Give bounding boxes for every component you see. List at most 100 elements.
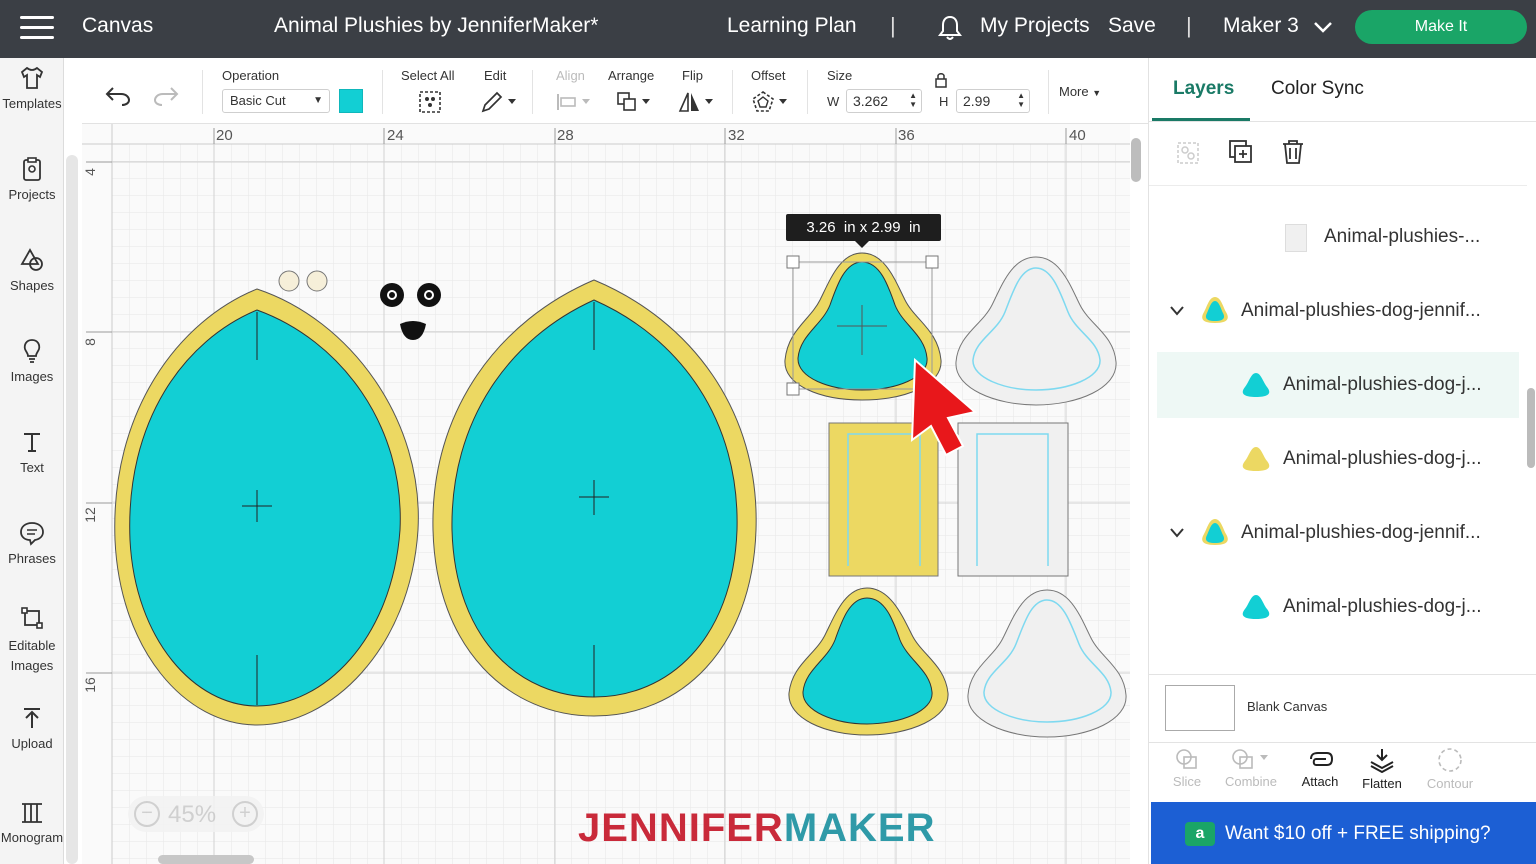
tab-color-sync[interactable]: Color Sync [1271,78,1364,100]
sidebar-item-editable-images[interactable]: Editable Images [0,604,64,676]
select-all-icon[interactable] [418,90,442,114]
redo-icon[interactable] [152,84,180,108]
combine-icon [1232,749,1268,769]
chevron-down-icon[interactable] [1169,305,1185,317]
sidebar-scrollbar[interactable] [66,155,78,864]
slice-button[interactable]: Slice [1152,747,1222,789]
divider [1149,121,1536,122]
layer-row-selected[interactable]: Animal-plushies-dog-j... [1157,352,1519,418]
toolbar-divider [732,70,733,114]
duplicate-icon[interactable] [1227,138,1255,166]
my-projects-link[interactable]: My Projects [980,14,1090,38]
blank-canvas-label: Blank Canvas [1247,699,1328,714]
arrange-icon[interactable] [616,91,654,113]
combine-button[interactable]: Combine [1216,747,1286,789]
save-button[interactable]: Save [1108,14,1156,38]
tab-layers[interactable]: Layers [1173,78,1234,100]
edit-label: Edit [484,68,507,83]
layer-row[interactable]: Animal-plushies-... [1157,204,1519,270]
undo-icon[interactable] [104,84,132,108]
canvas-horizontal-scrollbar[interactable] [158,855,254,864]
height-input[interactable]: 2.99 ▲ ▼ [956,89,1030,113]
ruler-label: 12 [82,507,98,523]
zoom-out-icon[interactable]: − [134,801,160,827]
attach-button[interactable]: Attach [1285,747,1355,789]
blank-canvas-row[interactable]: Blank Canvas [1149,674,1536,742]
operation-color-swatch[interactable] [339,89,363,113]
sidebar-item-projects[interactable]: Projects [0,155,64,202]
offset-icon[interactable] [750,90,790,114]
project-title[interactable]: Animal Plushies by JenniferMaker* [274,14,598,38]
sidebar-item-shapes[interactable]: Shapes [0,246,64,293]
chevron-down-icon[interactable] [1169,527,1185,539]
layer-row[interactable]: Animal-plushies-dog-j... [1157,574,1519,640]
sidebar-item-upload[interactable]: Upload [0,704,64,751]
promo-banner[interactable]: a Want $10 off + FREE shipping? [1151,802,1536,864]
shapes-icon [20,248,43,271]
blank-canvas-thumbnail[interactable] [1165,685,1235,731]
chevron-down-icon[interactable] [1313,20,1333,34]
layer-group-row[interactable]: Animal-plushies-dog-jennif... [1157,500,1519,566]
flatten-icon [1370,749,1394,774]
toolbar-divider [202,70,203,114]
sidebar-item-images[interactable]: Images [0,337,64,384]
edit-pencil-icon[interactable] [480,90,518,114]
lock-icon[interactable] [934,72,948,88]
operation-value: Basic Cut [230,93,286,108]
top-bar: Canvas Animal Plushies by JenniferMaker*… [0,0,1536,58]
slice-label: Slice [1172,774,1202,789]
sidebar-item-monogram[interactable]: Monogram [0,798,64,845]
layer-group-row[interactable]: Animal-plushies-dog-jennif... [1157,278,1519,344]
text-icon [24,433,40,452]
contour-button[interactable]: Contour [1415,747,1485,791]
menu-icon[interactable] [20,16,54,40]
align-icon[interactable] [556,92,592,112]
sidebar-item-templates[interactable]: Templates [0,64,64,111]
contour-label: Contour [1426,776,1474,791]
sidebar-item-label: Upload [11,736,53,751]
canvas-drawing[interactable] [82,124,1130,864]
learning-plan-link[interactable]: Learning Plan [727,14,857,38]
sidebar-item-label: Templates [2,96,62,111]
layer-label: Animal-plushies-dog-j... [1283,374,1482,395]
make-it-button[interactable]: Make It [1355,10,1527,44]
design-canvas[interactable]: 20 24 28 32 36 40 4 8 12 16 3.26 in x 2.… [82,124,1130,864]
select-all-label: Select All [401,68,455,83]
layer-label: Animal-plushies-dog-j... [1283,448,1482,469]
arrange-label: Arrange [608,68,655,83]
more-label: More [1059,84,1089,99]
toolbar-divider [807,70,808,114]
stepper-icon[interactable]: ▲ ▼ [1017,91,1025,109]
sidebar-item-phrases[interactable]: Phrases [0,519,64,566]
flatten-button[interactable]: Flatten [1347,747,1417,791]
teal-shape-icon [1242,595,1270,619]
operation-select[interactable]: Basic Cut ▼ [222,89,330,113]
group-icon[interactable] [1175,140,1201,166]
upload-icon [24,708,40,728]
bell-icon[interactable] [937,14,963,42]
flip-icon[interactable] [678,91,716,113]
clipboard-icon [23,157,41,181]
operation-label: Operation [222,68,280,83]
more-menu[interactable]: More ▼ [1059,84,1101,99]
ruler-label: 40 [1069,127,1086,144]
zoom-in-icon[interactable]: + [232,801,258,827]
layer-row[interactable]: Animal-plushies-dog-j... [1157,426,1519,492]
promo-text: Want $10 off + FREE shipping? [1225,823,1491,844]
tshirt-icon [20,66,44,89]
yellow-shape-icon [1242,447,1270,471]
attach-label: Attach [1301,774,1339,789]
flatten-label: Flatten [1362,776,1402,791]
machine-select[interactable]: Maker 3 [1223,14,1299,38]
trash-icon[interactable] [1279,138,1307,166]
sidebar-item-text[interactable]: Text [0,428,64,475]
ruler-label: 32 [728,127,745,144]
height-value: 2.99 [963,93,991,109]
divider [1149,185,1527,186]
width-input[interactable]: 3.262 ▲ ▼ [846,89,922,113]
stepper-icon[interactable]: ▲ ▼ [909,91,917,109]
layers-scrollbar[interactable] [1527,388,1535,468]
combine-label: Combine [1224,774,1278,789]
canvas-vertical-scrollbar[interactable] [1131,138,1141,182]
watermark-logo: JENNIFERMAKER [578,806,935,851]
